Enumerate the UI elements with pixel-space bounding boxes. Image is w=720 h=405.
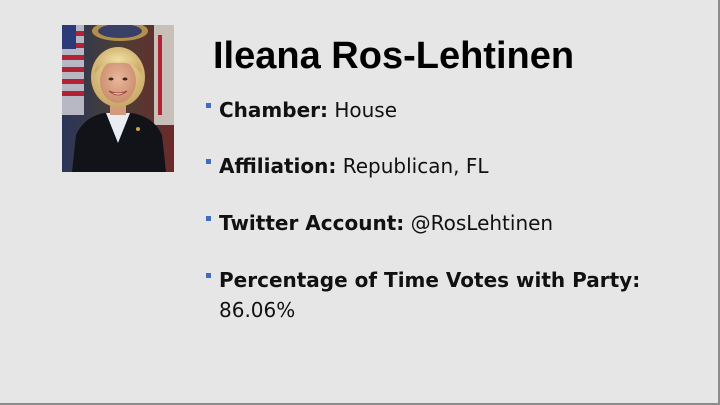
twitter-label: Twitter Account: [219, 211, 405, 235]
list-item-affiliation: Affiliation: Republican, FL [206, 151, 706, 181]
bullet-text: Twitter Account: @RosLehtinen [219, 208, 706, 238]
square-bullet-icon [206, 103, 211, 108]
list-item-twitter: Twitter Account: @RosLehtinen [206, 208, 706, 238]
chamber-label: Chamber: [219, 98, 328, 122]
square-bullet-icon [206, 273, 211, 278]
bullet-text: Affiliation: Republican, FL [219, 151, 706, 181]
square-bullet-icon [206, 159, 211, 164]
list-item-chamber: Chamber: House [206, 95, 706, 125]
bullet-text: Percentage of Time Votes with Party: 86.0… [219, 265, 706, 325]
list-item-party-votes: Percentage of Time Votes with Party: 86.0… [206, 265, 706, 325]
party-votes-label: Percentage of Time Votes with Party: [219, 268, 641, 292]
portrait-photo-icon [62, 25, 174, 172]
party-votes-value: 86.06% [219, 298, 296, 322]
slide-title: Ileana Ros-Lehtinen [213, 35, 575, 77]
affiliation-label: Affiliation: [219, 154, 337, 178]
bullet-text: Chamber: House [219, 95, 706, 125]
slide: Ileana Ros-Lehtinen Chamber: House Affil… [0, 0, 720, 405]
member-portrait [62, 25, 174, 172]
square-bullet-icon [206, 216, 211, 221]
affiliation-value: Republican, FL [336, 154, 489, 178]
twitter-value: @RosLehtinen [404, 211, 554, 235]
chamber-value: House [328, 98, 398, 122]
